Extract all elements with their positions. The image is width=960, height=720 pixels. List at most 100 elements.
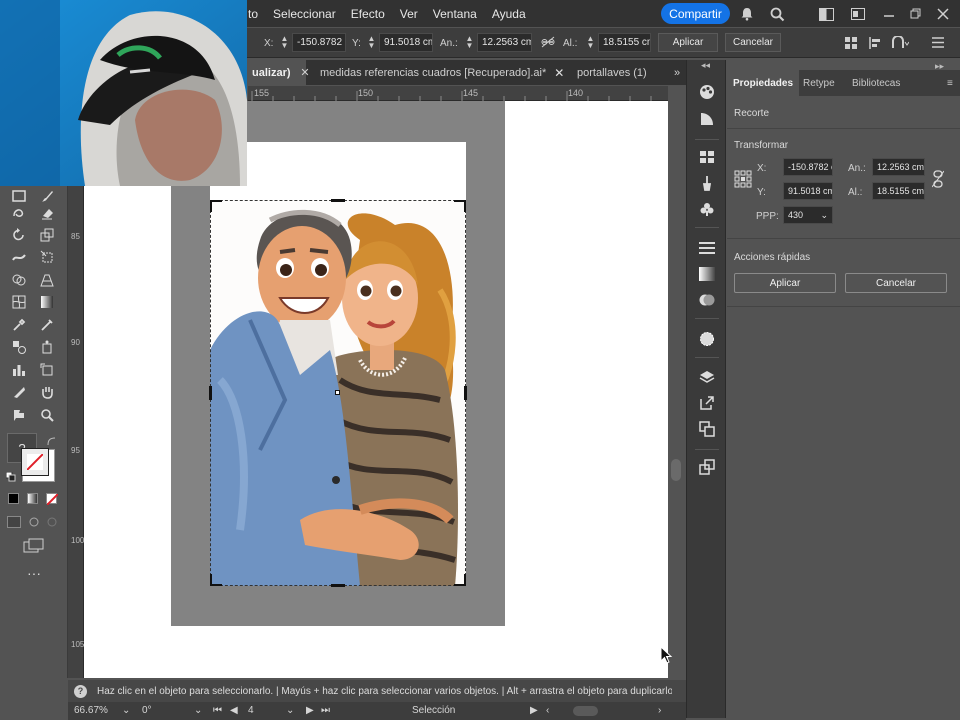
crop-handle-left[interactable] (209, 386, 212, 400)
tab-close-icon[interactable]: ✕ (554, 66, 564, 80)
height-field[interactable]: 18.5155 cm (872, 182, 925, 200)
menu-item-select[interactable]: Seleccionar (273, 7, 336, 21)
restore-icon[interactable] (907, 5, 925, 23)
apply-button[interactable]: Aplicar (734, 273, 836, 293)
layers-icon[interactable] (697, 367, 717, 387)
crop-handle-top[interactable] (331, 199, 345, 202)
artboard-number-select[interactable]: 4 (248, 705, 254, 716)
ppi-select[interactable]: 430 ⌄ (783, 206, 833, 224)
rotation-select[interactable]: 0° (142, 705, 152, 716)
cancel-button[interactable]: Cancelar (725, 33, 781, 52)
center-point[interactable] (335, 390, 340, 395)
tab-medidas-document[interactable]: medidas referencias cuadros [Recuperado]… (320, 60, 564, 85)
cancel-button[interactable]: Cancelar (845, 273, 947, 293)
color-mode-icon[interactable] (8, 493, 19, 504)
hand-tool-icon[interactable] (37, 382, 57, 402)
more-tools-icon[interactable]: ··· (24, 566, 44, 580)
height-field[interactable]: 18.5155 cm (598, 33, 651, 52)
stroke-swatch[interactable] (21, 448, 49, 476)
brushes-icon[interactable] (697, 173, 717, 193)
shape-builder-tool-icon[interactable] (9, 270, 29, 290)
minimize-icon[interactable] (880, 5, 898, 23)
mesh-tool-icon[interactable] (9, 292, 29, 312)
chevron-down-icon[interactable]: ⌄ (122, 705, 130, 716)
constrain-proportions-icon[interactable] (541, 36, 555, 51)
crop-handle-top-right[interactable] (454, 200, 466, 212)
artboard-tool-icon[interactable] (37, 360, 57, 380)
asset-export-icon[interactable] (697, 457, 717, 477)
draw-inside-icon[interactable] (45, 516, 59, 528)
tab-retype[interactable]: Retype (797, 70, 841, 96)
panel-options-icon[interactable]: ≡ (947, 78, 953, 89)
last-artboard-icon[interactable]: ⏭ (321, 705, 330, 716)
first-artboard-icon[interactable]: ⏮ (213, 705, 222, 716)
zoom-level-select[interactable]: 66.67% (74, 705, 108, 716)
align-options-icon[interactable] (868, 36, 882, 53)
none-mode-icon[interactable] (46, 493, 58, 505)
stroke-panel-icon[interactable] (697, 238, 717, 258)
x-field[interactable]: -150.8782 cm (292, 33, 346, 52)
share-button[interactable]: Compartir (661, 3, 730, 24)
crop-handle-bottom-right[interactable] (454, 574, 466, 586)
measure-tool-icon[interactable] (37, 315, 57, 335)
perspective-grid-tool-icon[interactable] (37, 270, 57, 290)
symbols-icon[interactable] (697, 199, 717, 219)
y-field[interactable]: 91.5018 cm (783, 182, 833, 200)
scroll-right-icon[interactable]: › (658, 705, 661, 716)
artboards-icon[interactable] (697, 419, 717, 439)
warp-tool-icon[interactable] (9, 247, 29, 267)
reference-point-icon[interactable] (734, 170, 752, 191)
close-icon[interactable] (934, 5, 952, 23)
draw-behind-icon[interactable] (27, 516, 41, 528)
crop-handle-right[interactable] (464, 386, 467, 400)
width-field[interactable]: 12.2563 cm (477, 33, 532, 52)
artboard-nav-tool-icon[interactable] (9, 405, 29, 425)
menu-item-help[interactable]: Ayuda (492, 7, 526, 21)
workspace-switcher-icon[interactable] (817, 5, 835, 23)
export-icon[interactable] (697, 393, 717, 413)
chevron-down-icon[interactable]: ⌄ (286, 705, 294, 716)
swatches-icon[interactable] (697, 147, 717, 167)
x-stepper-icon[interactable]: ▲ ▼ (280, 35, 289, 50)
gradient-panel-icon[interactable] (697, 264, 717, 284)
rotate-tool-icon[interactable] (9, 225, 29, 245)
horizontal-scrollbar-thumb[interactable] (573, 706, 598, 716)
arrange-documents-icon[interactable] (849, 5, 867, 23)
tab-properties[interactable]: Propiedades (727, 70, 800, 96)
eyedropper-tool-icon[interactable] (9, 315, 29, 335)
eraser-tool-icon[interactable] (37, 203, 57, 223)
swap-colors-icon[interactable] (47, 437, 56, 446)
y-field[interactable]: 91.5018 cm (379, 33, 433, 52)
tab-libraries[interactable]: Bibliotecas (846, 70, 906, 96)
x-field[interactable]: -150.8782 c (783, 158, 833, 176)
crop-handle-top-left[interactable] (210, 200, 222, 212)
apply-button[interactable]: Aplicar (658, 33, 718, 52)
transparency-icon[interactable] (697, 290, 717, 310)
blend-tool-icon[interactable] (9, 337, 29, 357)
panel-menu-icon[interactable] (932, 37, 944, 51)
y-stepper-icon[interactable]: ▲ ▼ (367, 35, 376, 50)
color-panel-icon[interactable] (697, 82, 717, 102)
align-grid-icon[interactable] (844, 36, 858, 53)
menu-item-object[interactable]: to (248, 7, 258, 21)
color-guide-icon[interactable] (697, 109, 717, 129)
crop-handle-bottom[interactable] (331, 584, 345, 587)
scale-tool-icon[interactable] (37, 225, 57, 245)
shaper-tool-icon[interactable] (9, 203, 29, 223)
bell-icon[interactable] (738, 5, 756, 23)
chevron-down-icon[interactable]: ⌄ (194, 705, 202, 716)
menu-item-window[interactable]: Ventana (433, 7, 477, 21)
tab-portallaves-document[interactable]: portallaves (1) (577, 60, 647, 85)
zoom-tool-icon[interactable] (37, 405, 57, 425)
next-artboard-icon[interactable]: ▶ (306, 705, 314, 716)
default-colors-icon[interactable] (5, 471, 16, 482)
tab-close-icon[interactable]: ✕ (296, 60, 314, 85)
width-field[interactable]: 12.2563 cm (872, 158, 925, 176)
appearance-icon[interactable] (697, 329, 717, 349)
free-transform-tool-icon[interactable] (37, 247, 57, 267)
menu-item-view[interactable]: Ver (400, 7, 418, 21)
symbol-sprayer-tool-icon[interactable] (37, 337, 57, 357)
slice-tool-icon[interactable] (9, 382, 29, 402)
previous-artboard-icon[interactable]: ◀ (230, 705, 238, 716)
menu-item-effect[interactable]: Efecto (351, 7, 385, 21)
